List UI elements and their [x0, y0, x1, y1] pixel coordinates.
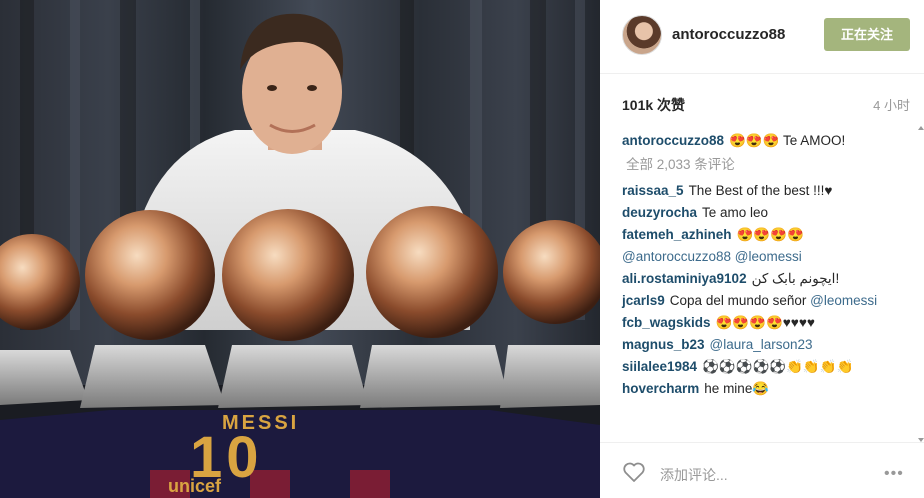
post-author-username[interactable]: antoroccuzzo88 [672, 26, 785, 43]
post-sidebar: antoroccuzzo88 正在关注 101k 次赞 4 小时 antoroc… [600, 0, 924, 498]
comment-text: 😍😍😍😍♥♥♥♥ [715, 315, 815, 330]
comment-item: ali.rostaminiya9102 ایچونم بابک کن! [622, 268, 912, 290]
heart-icon[interactable] [622, 461, 646, 483]
comment-item: raissaa_5 The Best of the best !!!♥ [622, 180, 912, 202]
comment-author[interactable]: fatemeh_azhineh [622, 227, 732, 242]
comment-item: jcarls9 Copa del mundo señor @leomessi [622, 290, 912, 312]
comment-author[interactable]: deuzyrocha [622, 205, 697, 220]
avatar[interactable] [622, 15, 662, 55]
comment-footer: ••• [600, 442, 924, 498]
comments-area[interactable]: antoroccuzzo88 😍😍😍 Te AMOO! 全部 2,033 条评论 … [600, 126, 924, 442]
comment-author[interactable]: hovercharm [622, 381, 699, 396]
comment-author[interactable]: siilalee1984 [622, 359, 697, 374]
caption-text: 😍😍😍 Te AMOO! [729, 133, 846, 148]
comment-item: fatemeh_azhineh 😍😍😍😍 @antoroccuzzo88 @leom… [622, 224, 912, 268]
post-stats: 101k 次赞 4 小时 [622, 95, 910, 113]
comment-item: deuzyrocha Te amo leo [622, 202, 912, 224]
comment-text: Te amo leo [702, 205, 769, 220]
comment-item: hovercharm he mine😂 [622, 378, 912, 400]
scroll-down-icon[interactable] [918, 438, 924, 442]
following-button[interactable]: 正在关注 [824, 18, 910, 51]
jersey-sponsor: unicef [168, 476, 222, 496]
comment-mention[interactable]: @laura_larson23 [710, 337, 813, 352]
post-header: antoroccuzzo88 正在关注 [600, 0, 924, 74]
comment-item: magnus_b23 @laura_larson23 [622, 334, 912, 356]
post-photo-illustration [0, 0, 600, 498]
comment-author[interactable]: fcb_wagskids [622, 315, 711, 330]
post-time[interactable]: 4 小时 [873, 95, 910, 114]
trophies [0, 206, 600, 408]
comment-author[interactable]: raissaa_5 [622, 183, 684, 198]
comment-text: The Best of the best !!!♥ [688, 183, 833, 198]
caption-author[interactable]: antoroccuzzo88 [622, 133, 724, 148]
comment-mention[interactable]: @antoroccuzzo88 @leomessi [622, 249, 802, 264]
comment-text: he mine😂 [704, 381, 770, 396]
comment-text: ⚽⚽⚽⚽⚽👏👏👏👏 [702, 359, 854, 374]
comment-item: fcb_wagskids 😍😍😍😍♥♥♥♥ [622, 312, 912, 334]
scroll-up-icon[interactable] [918, 126, 924, 130]
comments-scrollbar[interactable] [918, 126, 924, 442]
more-icon[interactable]: ••• [884, 465, 904, 483]
comment-text: 😍😍😍😍 [736, 227, 804, 242]
like-count[interactable]: 101k 次赞 [622, 95, 685, 115]
comment-list: antoroccuzzo88 😍😍😍 Te AMOO! 全部 2,033 条评论 … [622, 126, 912, 400]
post-photo[interactable]: MESSI 10 unicef [0, 0, 600, 498]
comment-text: ایچونم بابک کن! [751, 271, 840, 286]
comment-author[interactable]: jcarls9 [622, 293, 665, 308]
load-more-comments[interactable]: 全部 2,033 条评论 [626, 154, 912, 176]
comment-author[interactable]: ali.rostaminiya9102 [622, 271, 747, 286]
comment-item: siilalee1984 ⚽⚽⚽⚽⚽👏👏👏👏 [622, 356, 912, 378]
comment-mention[interactable]: @leomessi [810, 293, 877, 308]
comment-input[interactable] [660, 464, 860, 486]
caption: antoroccuzzo88 😍😍😍 Te AMOO! [622, 130, 912, 152]
comment-author[interactable]: magnus_b23 [622, 337, 705, 352]
jersey [0, 410, 600, 498]
comment-text: Copa del mundo señor [669, 293, 807, 308]
